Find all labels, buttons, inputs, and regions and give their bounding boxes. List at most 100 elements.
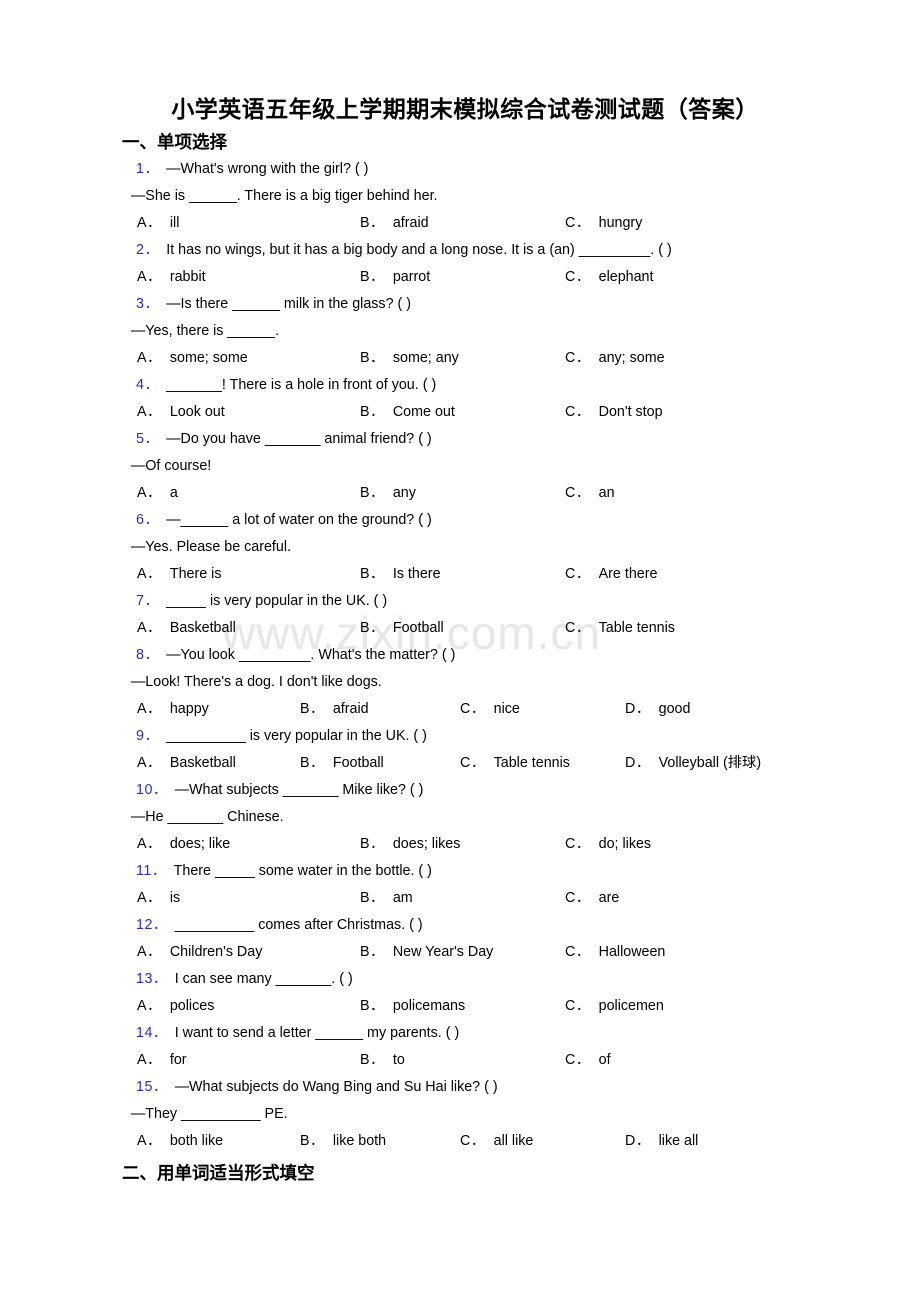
option-choice[interactable]: D． like all bbox=[625, 1128, 698, 1155]
question-number: 13． bbox=[136, 971, 168, 987]
option-choice[interactable]: B． Football bbox=[300, 750, 384, 777]
option-choice[interactable]: C． of bbox=[565, 1047, 611, 1074]
option-choice[interactable]: B． am bbox=[360, 885, 413, 912]
option-row: A． rabbit B． parrot C． elephant bbox=[0, 264, 920, 291]
option-choice[interactable]: C． an bbox=[565, 480, 615, 507]
option-choice[interactable]: B． policemans bbox=[360, 993, 465, 1020]
option-text: Table tennis bbox=[598, 620, 675, 636]
option-choice[interactable]: D． Volleyball (排球) bbox=[625, 750, 761, 777]
option-text: all like bbox=[493, 1133, 534, 1149]
option-text: for bbox=[169, 1052, 187, 1068]
option-text: Volleyball (排球) bbox=[658, 755, 762, 771]
option-label: B． bbox=[360, 566, 385, 582]
option-choice[interactable]: A． does; like bbox=[137, 831, 230, 858]
option-choice[interactable]: C． Don't stop bbox=[565, 399, 663, 426]
option-choice[interactable]: C． Table tennis bbox=[460, 750, 570, 777]
option-choice[interactable]: A． Basketball bbox=[137, 750, 236, 777]
option-choice[interactable]: A． some; some bbox=[137, 345, 248, 372]
option-label: B． bbox=[300, 701, 325, 717]
question-number: 9． bbox=[136, 728, 160, 744]
option-choice[interactable]: B． to bbox=[360, 1047, 405, 1074]
option-text: happy bbox=[169, 701, 209, 717]
option-text: any bbox=[392, 485, 416, 501]
option-choice[interactable]: A． for bbox=[137, 1047, 187, 1074]
question-continuation-line: —Yes. Please be careful. bbox=[131, 539, 292, 555]
question-number: 8． bbox=[136, 647, 160, 663]
option-choice[interactable]: A． polices bbox=[137, 993, 214, 1020]
option-choice[interactable]: A． Look out bbox=[137, 399, 225, 426]
option-choice[interactable]: B． Football bbox=[360, 615, 444, 642]
question-stem-text: There _____ some water in the bottle. ( … bbox=[173, 863, 432, 879]
question-list: 1． —What's wrong with the girl? ( ) —She i… bbox=[0, 156, 920, 1155]
question-stem-line: 7． _____ is very popular in the UK. ( ) bbox=[0, 588, 920, 615]
option-label: B． bbox=[360, 1052, 385, 1068]
question-item: 6． —______ a lot of water on the ground? … bbox=[0, 507, 920, 588]
option-choice[interactable]: C． Halloween bbox=[565, 939, 665, 966]
option-text: Don't stop bbox=[598, 404, 663, 420]
option-choice[interactable]: B． like both bbox=[300, 1128, 386, 1155]
question-stem-line: 3． —Is there ______ milk in the glass? ( … bbox=[0, 291, 920, 318]
option-label: A． bbox=[137, 269, 162, 285]
option-text: parrot bbox=[392, 269, 431, 285]
question-item: 11． There _____ some water in the bottle.… bbox=[0, 858, 920, 912]
option-choice[interactable]: A． is bbox=[137, 885, 180, 912]
option-choice[interactable]: C． Are there bbox=[565, 561, 657, 588]
question-stem-text: —You look _________. What's the matter? … bbox=[166, 647, 456, 663]
option-choice[interactable]: C． all like bbox=[460, 1128, 533, 1155]
question-stem-line: 15． —What subjects do Wang Bing and Su Ha… bbox=[0, 1074, 920, 1101]
option-choice[interactable]: C． policemen bbox=[565, 993, 664, 1020]
option-choice[interactable]: B． afraid bbox=[300, 696, 369, 723]
question-item: 3． —Is there ______ milk in the glass? ( … bbox=[0, 291, 920, 372]
option-label: B． bbox=[360, 836, 385, 852]
option-text: afraid bbox=[392, 215, 429, 231]
option-choice[interactable]: C． do; likes bbox=[565, 831, 651, 858]
option-label: C． bbox=[460, 1133, 486, 1149]
option-text: Halloween bbox=[598, 944, 666, 960]
question-number: 15． bbox=[136, 1079, 168, 1095]
question-number: 5． bbox=[136, 431, 160, 447]
option-choice[interactable]: B． parrot bbox=[360, 264, 430, 291]
option-choice[interactable]: C． Table tennis bbox=[565, 615, 675, 642]
option-choice[interactable]: A． rabbit bbox=[137, 264, 206, 291]
option-choice[interactable]: B． any bbox=[360, 480, 416, 507]
option-choice[interactable]: A． Children's Day bbox=[137, 939, 262, 966]
question-item: 10． —What subjects _______ Mike like? ( )… bbox=[0, 777, 920, 858]
question-item: 1． —What's wrong with the girl? ( ) —She i… bbox=[0, 156, 920, 237]
option-choice[interactable]: A． There is bbox=[137, 561, 222, 588]
option-text: Look out bbox=[169, 404, 225, 420]
question-item: 4． _______! There is a hole in front of y… bbox=[0, 372, 920, 426]
question-item: 9． __________ is very popular in the UK. … bbox=[0, 723, 920, 777]
option-choice[interactable]: B． New Year's Day bbox=[360, 939, 493, 966]
question-stem-line: 10． —What subjects _______ Mike like? ( ) bbox=[0, 777, 920, 804]
option-choice[interactable]: C． hungry bbox=[565, 210, 642, 237]
option-text: some; any bbox=[392, 350, 459, 366]
option-choice[interactable]: C． elephant bbox=[565, 264, 653, 291]
option-choice[interactable]: C． are bbox=[565, 885, 619, 912]
option-choice[interactable]: B． Is there bbox=[360, 561, 441, 588]
option-choice[interactable]: B． does; likes bbox=[360, 831, 460, 858]
question-stem-line: 1． —What's wrong with the girl? ( ) bbox=[0, 156, 920, 183]
option-text: afraid bbox=[332, 701, 369, 717]
option-choice[interactable]: C． any; some bbox=[565, 345, 665, 372]
option-text: Football bbox=[332, 755, 384, 771]
option-choice[interactable]: B． Come out bbox=[360, 399, 455, 426]
option-label: A． bbox=[137, 404, 162, 420]
option-choice[interactable]: A． ill bbox=[137, 210, 179, 237]
question-number: 4． bbox=[136, 377, 160, 393]
option-choice[interactable]: B． some; any bbox=[360, 345, 459, 372]
option-label: C． bbox=[460, 755, 486, 771]
option-choice[interactable]: A． both like bbox=[137, 1128, 223, 1155]
option-choice[interactable]: B． afraid bbox=[360, 210, 429, 237]
option-row: A． There is B． Is there C． Are there bbox=[0, 561, 920, 588]
question-continuation-line: —He _______ Chinese. bbox=[131, 809, 284, 825]
option-label: C． bbox=[565, 269, 591, 285]
option-label: A． bbox=[137, 485, 162, 501]
option-choice[interactable]: C． nice bbox=[460, 696, 520, 723]
question-item: 14． I want to send a letter ______ my par… bbox=[0, 1020, 920, 1074]
option-choice[interactable]: D． good bbox=[625, 696, 690, 723]
option-label: B． bbox=[360, 998, 385, 1014]
option-choice[interactable]: A． happy bbox=[137, 696, 209, 723]
option-choice[interactable]: A． Basketball bbox=[137, 615, 236, 642]
option-choice[interactable]: A． a bbox=[137, 480, 178, 507]
option-label: B． bbox=[360, 620, 385, 636]
